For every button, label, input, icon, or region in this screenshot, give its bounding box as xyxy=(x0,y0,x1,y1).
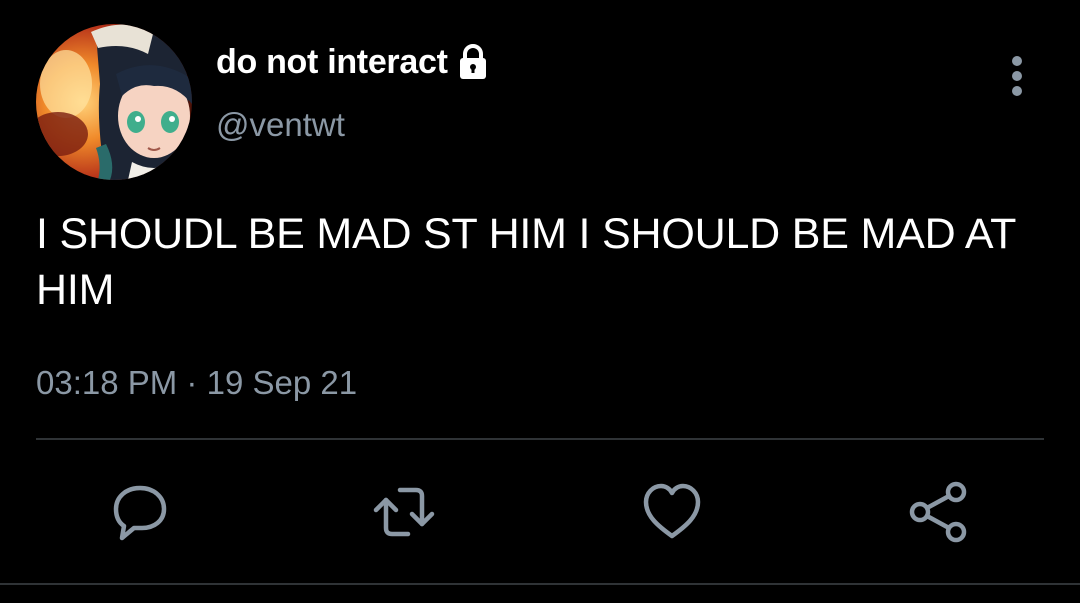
tweet-text: I SHOUDL BE MAD ST HIM I SHOULD BE MAD A… xyxy=(36,210,1016,314)
reply-icon xyxy=(113,485,167,541)
avatar-image xyxy=(36,24,192,180)
tweet-detail: do not interact @ventwt I SHOUDL BE MAD … xyxy=(0,0,1080,603)
display-name[interactable]: do not interact xyxy=(216,43,448,82)
user-handle[interactable]: @ventwt xyxy=(216,106,345,144)
retweet-icon xyxy=(373,487,435,537)
divider xyxy=(36,438,1044,440)
reply-button[interactable] xyxy=(108,480,172,544)
bottom-divider xyxy=(0,583,1080,585)
tweet-timestamp[interactable]: 03:18 PM · 19 Sep 21 xyxy=(36,364,357,402)
meta-separator: · xyxy=(186,364,198,401)
share-button[interactable] xyxy=(906,480,970,544)
name-row: do not interact xyxy=(216,40,492,84)
tweet-time: 03:18 PM xyxy=(36,364,178,401)
avatar[interactable] xyxy=(36,24,192,180)
more-options-button[interactable] xyxy=(996,52,1038,100)
tweet-date: 19 Sep 21 xyxy=(206,364,358,401)
share-icon xyxy=(909,481,967,543)
like-button[interactable] xyxy=(640,480,704,544)
lock-icon xyxy=(454,43,492,81)
more-vertical-icon xyxy=(1012,56,1022,96)
retweet-button[interactable] xyxy=(372,480,436,544)
heart-icon xyxy=(643,483,701,539)
